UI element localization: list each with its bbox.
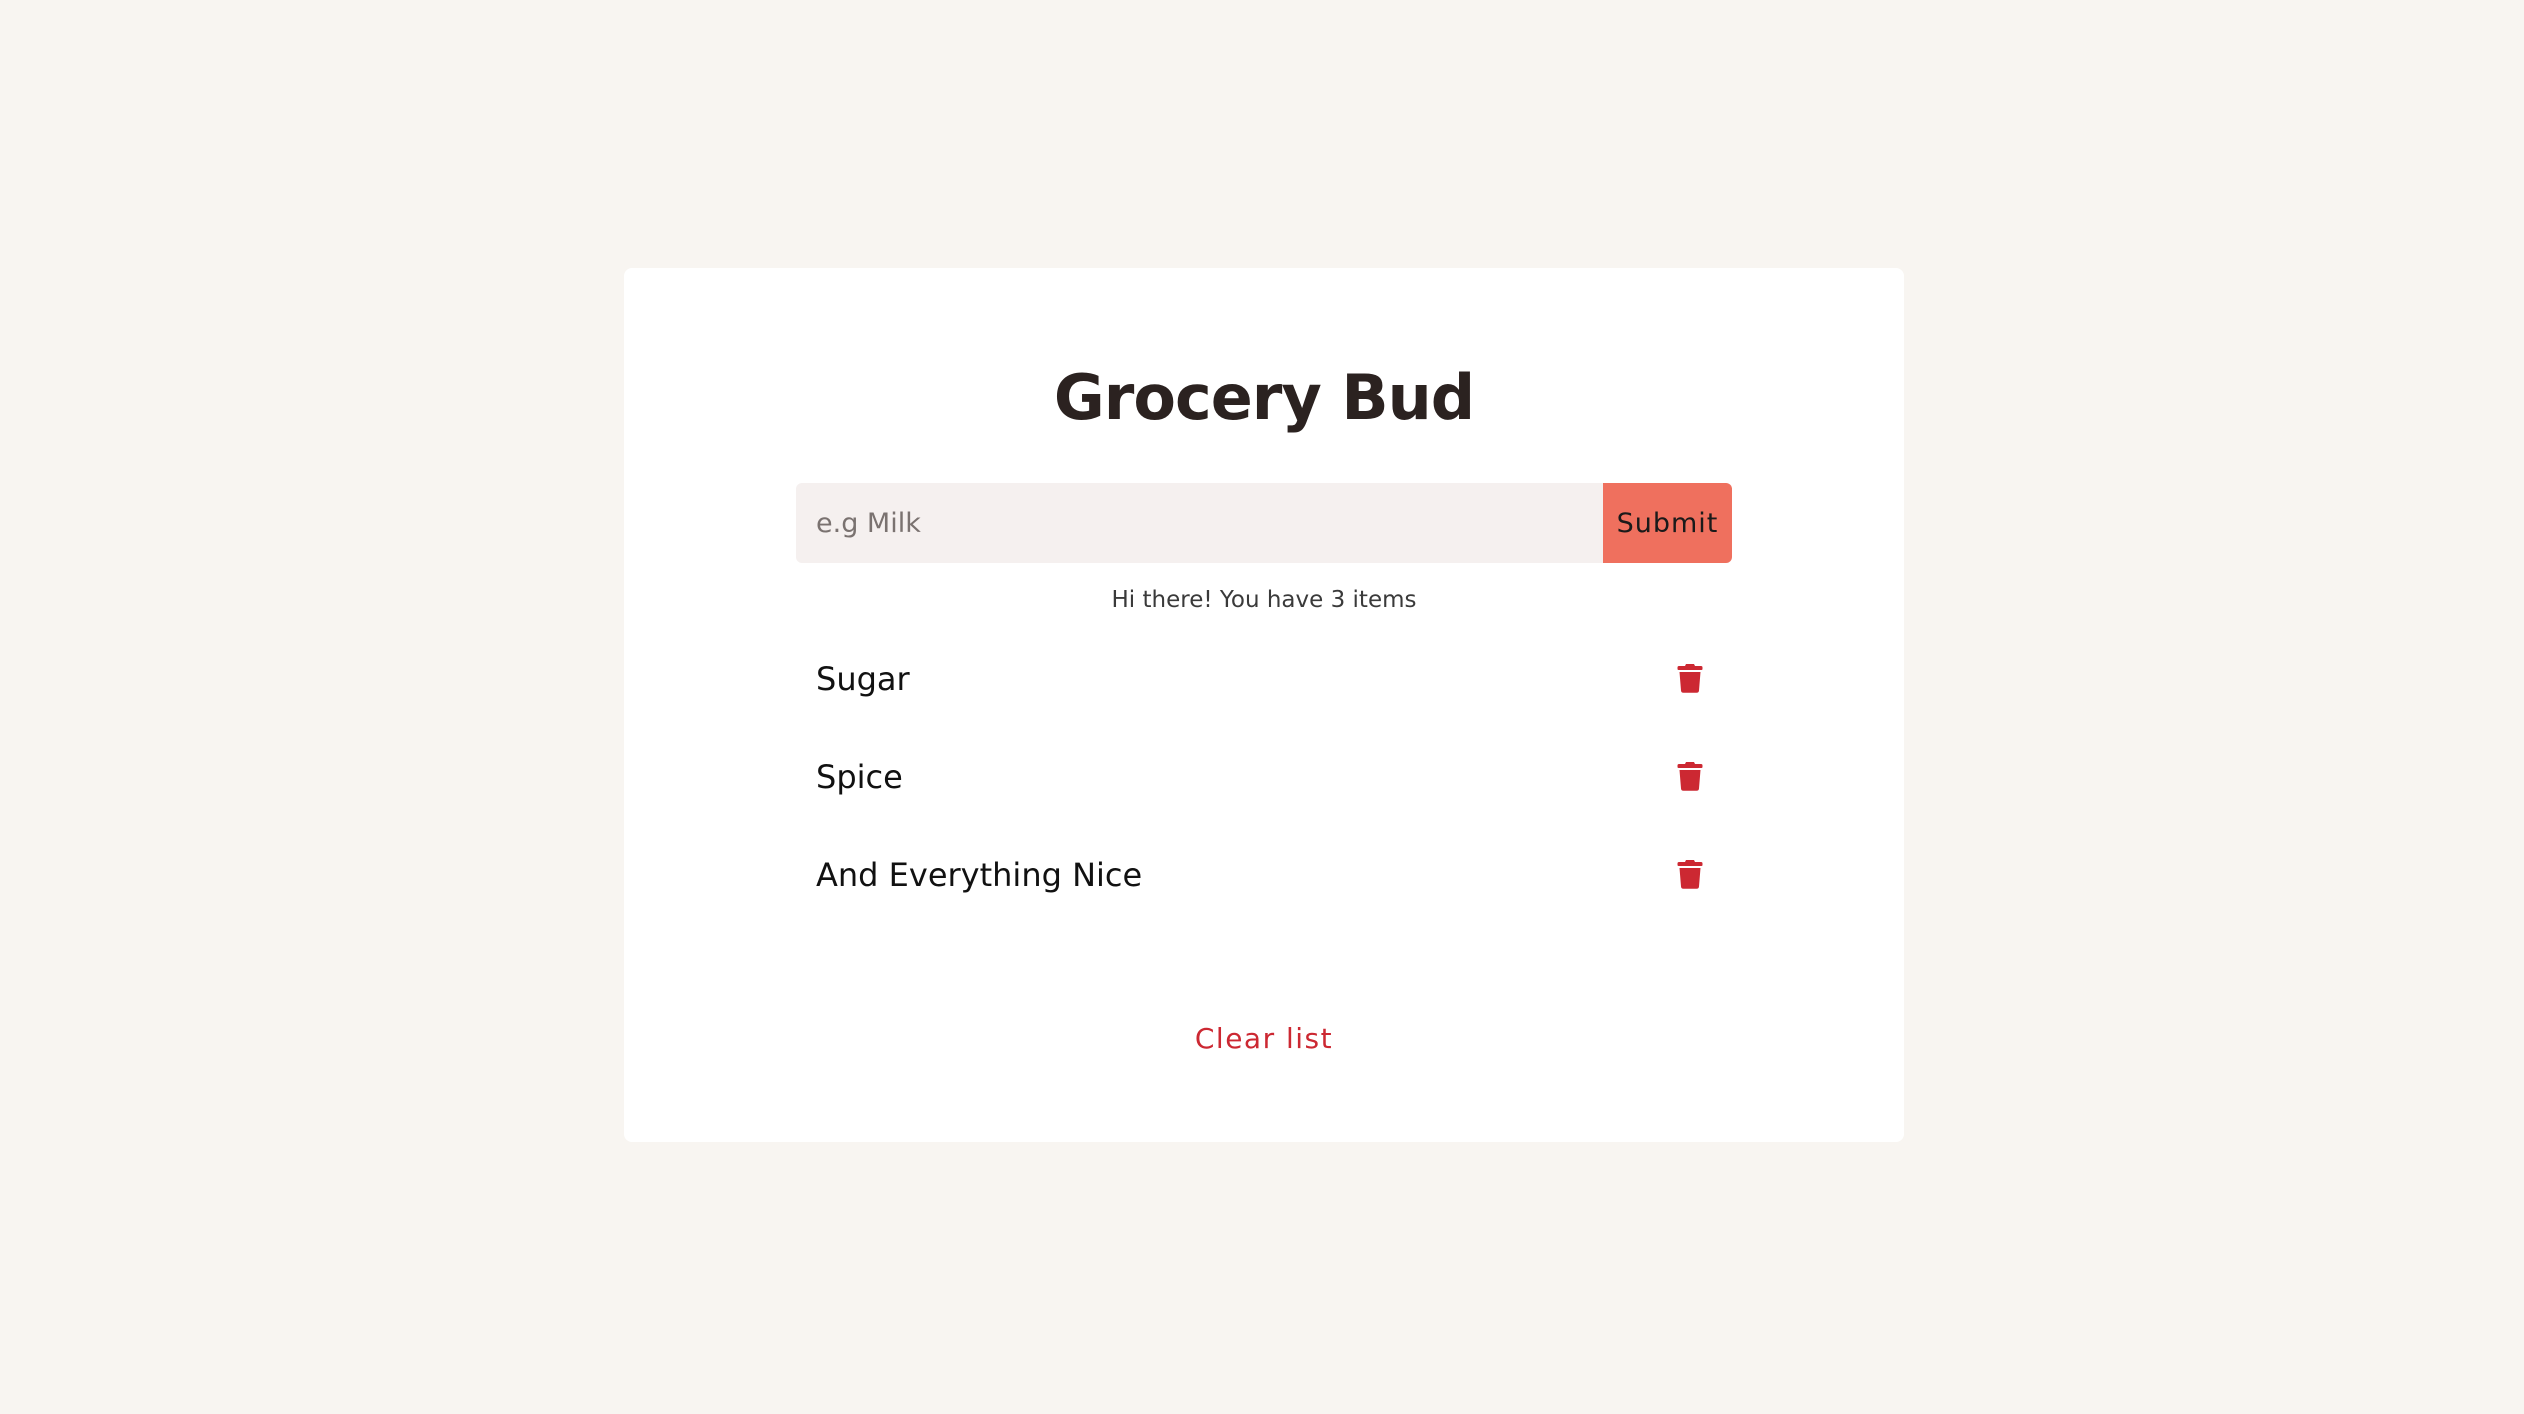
- delete-item-button[interactable]: [1670, 658, 1710, 698]
- trash-icon: [1677, 860, 1703, 889]
- page-title: Grocery Bud: [1053, 361, 1475, 434]
- item-name: Spice: [816, 758, 903, 796]
- list-item: Sugar: [796, 630, 1732, 728]
- item-name: And Everything Nice: [816, 856, 1143, 894]
- delete-item-button[interactable]: [1670, 854, 1710, 894]
- grocery-card: Grocery Bud Submit Hi there! You have 3 …: [624, 268, 1904, 1142]
- clear-list-button[interactable]: Clear list: [1185, 1018, 1343, 1059]
- trash-icon: [1677, 762, 1703, 791]
- list-item: Spice: [796, 728, 1732, 826]
- delete-item-button[interactable]: [1670, 756, 1710, 796]
- grocery-list: Sugar Spice And Everything Nice: [796, 630, 1732, 924]
- submit-button[interactable]: Submit: [1603, 483, 1732, 563]
- add-item-form: Submit: [796, 483, 1732, 563]
- status-message: Hi there! You have 3 items: [1111, 587, 1417, 613]
- list-item: And Everything Nice: [796, 826, 1732, 924]
- trash-icon: [1677, 664, 1703, 693]
- item-input[interactable]: [796, 483, 1603, 563]
- clear-section: Clear list: [624, 1018, 1904, 1059]
- item-name: Sugar: [816, 660, 910, 698]
